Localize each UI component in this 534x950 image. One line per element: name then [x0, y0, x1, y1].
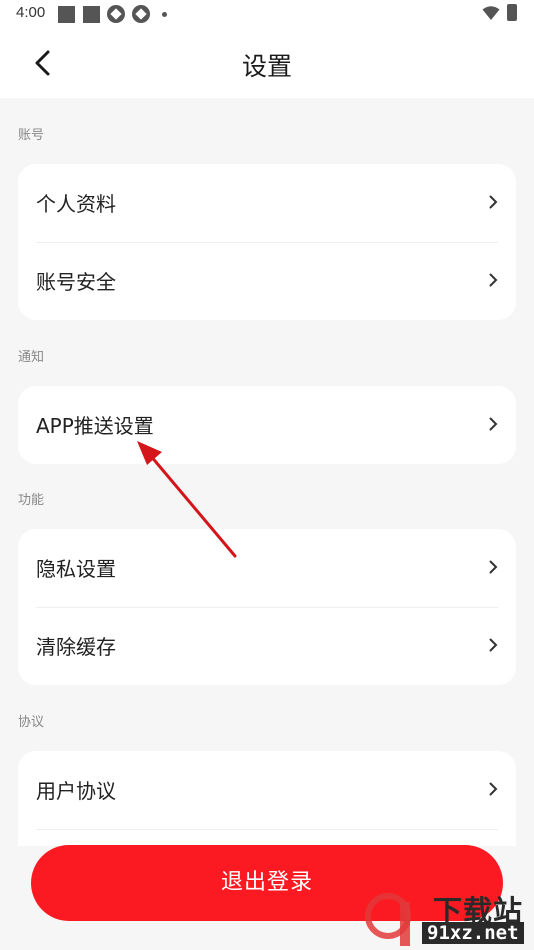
menu-item-account-security[interactable]: 账号安全 [18, 242, 516, 320]
notification-icon [58, 6, 75, 23]
menu-item-label: 账号安全 [36, 270, 116, 294]
section-label-agreements: 协议 [18, 715, 45, 730]
chevron-right-icon [489, 638, 498, 652]
menu-item-user-agreement[interactable]: 用户协议 [18, 751, 516, 829]
section-label-features: 功能 [18, 493, 45, 508]
app-notification-icon [107, 5, 125, 23]
menu-item-profile[interactable]: 个人资料 [18, 164, 516, 242]
more-notifications-icon [162, 12, 167, 17]
watermark: 下载站 91xz.net [364, 888, 534, 950]
status-bar: 4:00 [0, 0, 534, 30]
header: 设置 [0, 30, 534, 98]
notification-icon [83, 6, 100, 23]
menu-item-label: 用户协议 [36, 779, 116, 803]
menu-item-label: 个人资料 [36, 192, 116, 216]
watermark-url: 91xz.net [422, 922, 524, 944]
page-title: 设置 [241, 52, 292, 81]
chevron-right-icon [489, 195, 498, 209]
watermark-logo-icon [365, 893, 411, 946]
section-label-account: 账号 [18, 128, 45, 143]
status-time: 4:00 [16, 4, 46, 21]
menu-item-privacy-settings[interactable]: 隐私设置 [18, 529, 516, 607]
chevron-right-icon [489, 560, 498, 574]
menu-item-clear-cache[interactable]: 清除缓存 [18, 607, 516, 685]
account-card: 个人资料 账号安全 [18, 164, 516, 320]
menu-item-label: 清除缓存 [36, 635, 116, 659]
app-notification-icon [132, 5, 150, 23]
chevron-right-icon [489, 417, 498, 431]
notification-card: APP推送设置 [18, 386, 516, 464]
section-label-notification: 通知 [18, 350, 45, 365]
features-card: 隐私设置 清除缓存 [18, 529, 516, 685]
chevron-right-icon [489, 273, 498, 287]
menu-item-app-push-settings[interactable]: APP推送设置 [18, 386, 516, 464]
wifi-icon [482, 6, 500, 20]
menu-item-label: APP推送设置 [36, 414, 154, 438]
menu-item-label: 隐私设置 [36, 557, 116, 581]
chevron-right-icon [489, 782, 498, 796]
battery-icon [507, 4, 517, 21]
